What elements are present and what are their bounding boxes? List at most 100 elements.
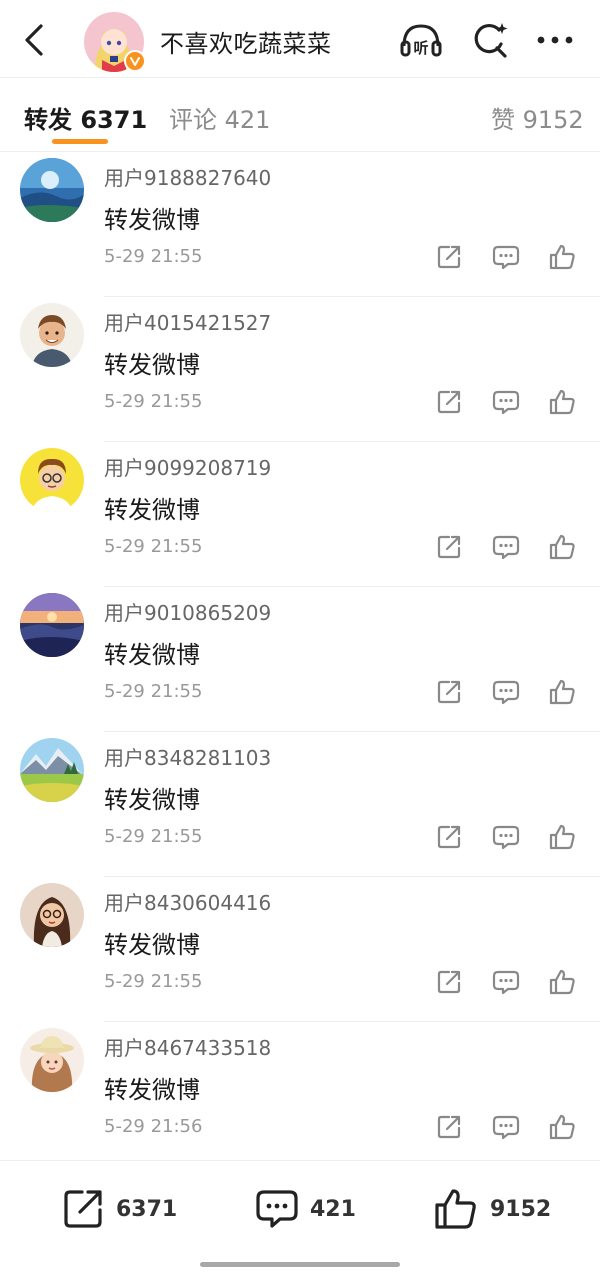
comment-count: 421 [310, 1196, 356, 1222]
search-button[interactable] [466, 20, 512, 60]
more-button[interactable] [532, 20, 578, 60]
like-button[interactable] [547, 1112, 577, 1142]
comment-icon [492, 825, 520, 850]
repost-button[interactable] [434, 532, 464, 562]
repost-button[interactable] [434, 1112, 464, 1142]
repost-time: 5-29 21:55 [104, 971, 203, 992]
share-icon [437, 245, 461, 269]
user-avatar[interactable] [20, 593, 84, 657]
thumbs-up-icon [549, 389, 575, 415]
user-avatar[interactable] [20, 883, 84, 947]
tab-likes[interactable]: 赞 9152 [491, 100, 584, 135]
repost-text: 转发微博 [104, 496, 200, 524]
share-icon [437, 825, 461, 849]
list-item[interactable]: 用户8430604416 转发微博 5-29 21:55 [0, 877, 600, 1022]
more-icon [537, 36, 573, 44]
comment-button[interactable] [491, 677, 521, 707]
user-name[interactable]: 用户8348281103 [104, 742, 271, 771]
comment-icon [492, 245, 520, 270]
share-icon [437, 970, 461, 994]
repost-text: 转发微博 [104, 206, 200, 234]
repost-text: 转发微博 [104, 351, 200, 379]
user-name[interactable]: 用户9099208719 [104, 452, 271, 481]
thumbs-up-icon [549, 244, 575, 270]
like-button[interactable] [547, 822, 577, 852]
list-item[interactable]: 用户8348281103 转发微博 5-29 21:55 [0, 732, 600, 877]
list-item[interactable]: 用户9099208719 转发微博 5-29 21:55 [0, 442, 600, 587]
list-item[interactable]: 用户9188827640 转发微博 5-29 21:55 [0, 152, 600, 297]
share-icon [64, 1190, 102, 1228]
repost-time: 5-29 21:55 [104, 826, 203, 847]
home-indicator [200, 1262, 400, 1267]
bottom-like-button[interactable]: 9152 [434, 1187, 551, 1231]
user-name[interactable]: 用户8467433518 [104, 1032, 271, 1061]
user-avatar[interactable] [20, 303, 84, 367]
user-avatar[interactable] [20, 158, 84, 222]
repost-button[interactable] [434, 677, 464, 707]
like-count: 9152 [490, 1196, 552, 1222]
share-icon [437, 1115, 461, 1139]
tab-reposts[interactable]: 转发 6371 [24, 100, 147, 135]
tab-comments[interactable]: 评论 421 [169, 100, 270, 135]
top-nav-bar: 不喜欢吃蔬菜菜 听 [0, 0, 600, 78]
repost-text: 转发微博 [104, 1076, 200, 1104]
comment-button[interactable] [491, 532, 521, 562]
comment-icon [492, 680, 520, 705]
repost-button[interactable] [434, 242, 464, 272]
listen-button[interactable]: 听 [398, 20, 444, 60]
repost-time: 5-29 21:55 [104, 391, 203, 412]
user-avatar[interactable] [20, 738, 84, 802]
repost-button[interactable] [434, 967, 464, 997]
thumbs-up-icon [549, 1114, 575, 1140]
repost-time: 5-29 21:55 [104, 681, 203, 702]
list-item[interactable]: 用户9010865209 转发微博 5-29 21:55 [0, 587, 600, 732]
listen-icon: 听 [400, 24, 442, 57]
like-button[interactable] [547, 677, 577, 707]
comment-button[interactable] [491, 822, 521, 852]
share-icon [437, 390, 461, 414]
search-icon [474, 23, 508, 58]
bottom-repost-button[interactable]: 6371 [62, 1187, 177, 1231]
user-avatar[interactable] [20, 448, 84, 512]
repost-button[interactable] [434, 822, 464, 852]
like-button[interactable] [547, 387, 577, 417]
like-button[interactable] [547, 967, 577, 997]
verified-badge-icon [124, 50, 146, 72]
repost-time: 5-29 21:55 [104, 536, 203, 557]
user-name[interactable]: 用户9188827640 [104, 162, 271, 191]
comment-button[interactable] [491, 242, 521, 272]
thumbs-up-icon [435, 1189, 476, 1229]
user-name[interactable]: 用户4015421527 [104, 307, 271, 336]
repost-list: 用户9188827640 转发微博 5-29 21:55 用户401542152… [0, 152, 600, 1167]
user-name[interactable]: 用户8430604416 [104, 887, 271, 916]
repost-time: 5-29 21:55 [104, 246, 203, 267]
comment-button[interactable] [491, 1112, 521, 1142]
repost-text: 转发微博 [104, 786, 200, 814]
user-name[interactable]: 用户9010865209 [104, 597, 271, 626]
user-avatar[interactable] [20, 1028, 84, 1092]
author-avatar[interactable] [84, 12, 146, 72]
list-item[interactable]: 用户4015421527 转发微博 5-29 21:55 [0, 297, 600, 442]
share-icon [437, 535, 461, 559]
like-button[interactable] [547, 532, 577, 562]
thumbs-up-icon [549, 679, 575, 705]
repost-button[interactable] [434, 387, 464, 417]
back-button[interactable] [18, 22, 50, 58]
repost-text: 转发微博 [104, 931, 200, 959]
comment-icon [492, 390, 520, 415]
thumbs-up-icon [549, 824, 575, 850]
listen-label: 听 [413, 39, 428, 57]
author-name[interactable]: 不喜欢吃蔬菜菜 [160, 24, 332, 59]
comment-button[interactable] [491, 387, 521, 417]
bottom-comment-button[interactable]: 421 [256, 1187, 356, 1231]
like-button[interactable] [547, 242, 577, 272]
list-item[interactable]: 用户8467433518 转发微博 5-29 21:56 [0, 1022, 600, 1167]
share-icon [437, 680, 461, 704]
repost-count: 6371 [116, 1196, 178, 1222]
comment-button[interactable] [491, 967, 521, 997]
comment-icon [492, 1115, 520, 1140]
comment-icon [256, 1190, 298, 1228]
thumbs-up-icon [549, 969, 575, 995]
repost-time: 5-29 21:56 [104, 1116, 203, 1137]
back-icon [25, 24, 43, 56]
